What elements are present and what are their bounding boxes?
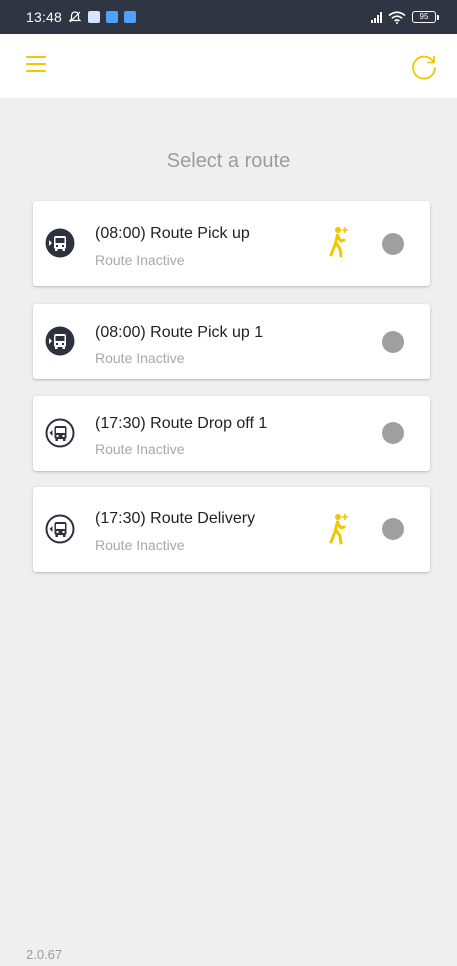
walking-passenger-icon — [329, 227, 348, 258]
route-status: Route Inactive — [95, 350, 185, 366]
route-status: Route Inactive — [95, 252, 185, 268]
route-status: Route Inactive — [95, 537, 185, 553]
hamburger-menu-icon[interactable] — [26, 56, 46, 72]
route-card[interactable]: (17:30) Route Drop off 1 Route Inactive — [33, 396, 430, 471]
bus-dropoff-icon — [45, 418, 75, 448]
notification-app-icon — [88, 11, 101, 23]
battery-icon: 95 — [412, 11, 439, 23]
route-status-indicator — [382, 518, 404, 540]
route-name: (08:00) Route Pick up — [95, 225, 250, 242]
walking-passenger-icon — [329, 514, 348, 545]
route-status-indicator — [382, 233, 404, 255]
route-card[interactable]: (17:30) Route Delivery Route Inactive — [33, 487, 430, 572]
route-list: (08:00) Route Pick up Route Inactive (08… — [33, 201, 430, 590]
bus-dropoff-icon — [45, 514, 75, 544]
status-left: 13:48 — [26, 9, 137, 25]
route-status: Route Inactive — [95, 441, 185, 457]
status-time: 13:48 — [26, 9, 63, 25]
app-bar — [0, 34, 457, 98]
page-title: Select a route — [166, 150, 291, 172]
status-right: 95 — [371, 10, 439, 24]
wifi-icon — [388, 10, 406, 24]
notification-app-icon — [124, 11, 137, 23]
app-version: 2.0.67 — [26, 947, 63, 962]
route-name: (08:00) Route Pick up 1 — [95, 324, 264, 341]
route-status-indicator — [382, 422, 404, 444]
notification-muted-icon — [68, 11, 82, 23]
route-card[interactable]: (08:00) Route Pick up Route Inactive — [33, 201, 430, 286]
notification-app-icon — [106, 11, 119, 23]
route-card[interactable]: (08:00) Route Pick up 1 Route Inactive — [33, 304, 430, 379]
bus-pickup-icon — [45, 228, 75, 258]
route-name: (17:30) Route Delivery — [95, 510, 256, 527]
status-bar: 13:48 95 — [0, 0, 457, 34]
signal-icon — [371, 11, 382, 23]
refresh-icon[interactable] — [409, 53, 439, 83]
route-name: (17:30) Route Drop off 1 — [95, 415, 268, 432]
bus-pickup-icon — [45, 326, 75, 356]
route-status-indicator — [382, 331, 404, 353]
battery-level: 95 — [412, 11, 436, 23]
